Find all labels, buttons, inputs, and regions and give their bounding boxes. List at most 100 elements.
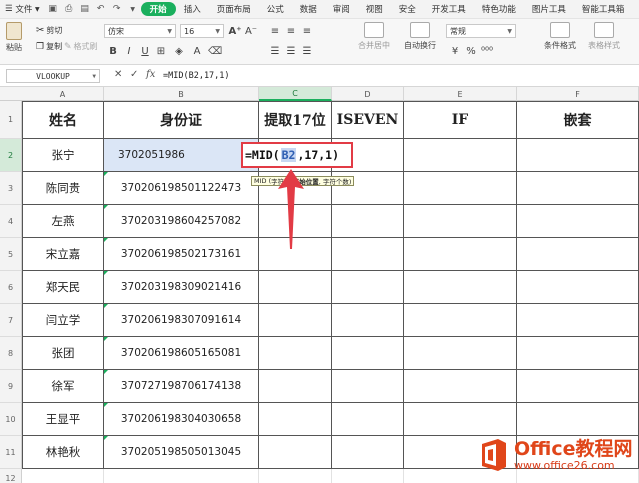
name-cell[interactable]: 闫立学 [22,304,104,337]
decrease-font-icon[interactable]: A⁻ [244,24,258,38]
name-cell[interactable]: 徐军 [22,370,104,403]
id-cell[interactable]: 370203198309021416 [104,271,259,304]
empty-cell[interactable] [517,337,639,370]
empty-cell[interactable] [22,469,104,483]
font-size-select[interactable]: 16 ▼ [180,24,224,38]
empty-cell[interactable] [332,469,404,483]
header-cell-e[interactable]: IF [404,101,517,139]
redo-icon[interactable]: ↷ [111,4,123,15]
name-cell[interactable]: 左燕 [22,205,104,238]
merge-center-button[interactable]: 合并居中 [358,22,390,51]
header-cell-a[interactable]: 姓名 [22,101,104,139]
row-header-4[interactable]: 4 [0,205,22,238]
empty-cell[interactable] [404,238,517,271]
row-header-6[interactable]: 6 [0,271,22,304]
tab-picture-tools[interactable]: 图片工具 [524,0,574,19]
font-name-select[interactable]: 仿宋 ▼ [104,24,176,38]
row-header-2[interactable]: 2 [0,139,22,172]
increase-font-icon[interactable]: A⁺ [228,24,242,38]
row-header-8[interactable]: 8 [0,337,22,370]
header-cell-b[interactable]: 身份证 [104,101,259,139]
id-cell[interactable]: 3702051986 [104,139,259,172]
empty-cell[interactable] [404,172,517,205]
empty-cell[interactable] [332,271,404,304]
row-header-10[interactable]: 10 [0,403,22,436]
align-center-icon[interactable]: ☰ [284,44,298,58]
column-header-c[interactable]: C [259,87,332,101]
cell-edit-box[interactable]: =MID(B2,17,1) [241,142,353,168]
paste-button[interactable]: 粘贴 [6,22,22,53]
font-color-icon[interactable]: A [190,44,204,58]
empty-cell[interactable] [259,436,332,469]
id-cell[interactable]: 370206198307091614 [104,304,259,337]
empty-cell[interactable] [332,205,404,238]
underline-icon[interactable]: U [138,44,152,58]
table-style-button[interactable]: 表格样式 [588,22,620,51]
percent-icon[interactable]: % [464,44,478,58]
tab-view[interactable]: 视图 [358,0,391,19]
hamburger-menu-button[interactable]: ☰ 文件 ▼ [0,0,45,19]
undo-icon[interactable]: ↶ [95,4,107,15]
name-cell[interactable]: 林艳秋 [22,436,104,469]
empty-cell[interactable] [404,139,517,172]
align-left-icon[interactable]: ☰ [268,44,282,58]
eraser-icon[interactable]: ⌫ [208,44,222,58]
row-header-12[interactable]: 12 [0,469,22,483]
empty-cell[interactable] [259,370,332,403]
empty-cell[interactable] [259,271,332,304]
tab-smart-toolbox[interactable]: 智能工具箱 [574,0,633,19]
empty-cell[interactable] [332,436,404,469]
empty-cell[interactable] [332,238,404,271]
save-icon[interactable]: ▣ [47,4,59,15]
empty-cell[interactable] [332,370,404,403]
comma-icon[interactable]: ⁰⁰⁰ [480,44,494,58]
align-top-icon[interactable]: ≡ [268,24,282,38]
insert-function-icon[interactable]: fx [146,69,155,80]
row-header-11[interactable]: 11 [0,436,22,469]
empty-cell[interactable] [517,370,639,403]
empty-cell[interactable] [104,469,259,483]
empty-cell[interactable] [404,403,517,436]
empty-cell[interactable] [332,403,404,436]
tab-insert[interactable]: 插入 [176,0,209,19]
empty-cell[interactable] [259,337,332,370]
header-cell-d[interactable]: ISEVEN [332,101,404,139]
name-cell[interactable]: 张团 [22,337,104,370]
empty-cell[interactable] [517,304,639,337]
empty-cell[interactable] [517,238,639,271]
tab-special-features[interactable]: 特色功能 [474,0,524,19]
tab-review[interactable]: 审阅 [325,0,358,19]
border-icon[interactable]: ⊞ [154,44,168,58]
cancel-icon[interactable]: ✕ [114,69,122,80]
column-header-b[interactable]: B [104,87,259,101]
name-cell[interactable]: 郑天民 [22,271,104,304]
row-header-7[interactable]: 7 [0,304,22,337]
column-header-d[interactable]: D [332,87,404,101]
id-cell[interactable]: 370727198706174138 [104,370,259,403]
id-cell[interactable]: 370206198502173161 [104,238,259,271]
empty-cell[interactable] [332,304,404,337]
row-header-5[interactable]: 5 [0,238,22,271]
empty-cell[interactable] [259,469,332,483]
currency-icon[interactable]: ¥ [448,44,462,58]
id-cell[interactable]: 370206198605165081 [104,337,259,370]
empty-cell[interactable] [332,337,404,370]
empty-cell[interactable] [404,337,517,370]
align-right-icon[interactable]: ☰ [300,44,314,58]
conditional-format-button[interactable]: 条件格式 [544,22,576,51]
empty-cell[interactable] [259,304,332,337]
id-cell[interactable]: 370206198501122473 [104,172,259,205]
tab-data[interactable]: 数据 [292,0,325,19]
tab-home[interactable]: 开始 [140,2,176,16]
wrap-text-button[interactable]: 自动换行 [404,22,436,51]
column-header-f[interactable]: F [517,87,639,101]
tab-security[interactable]: 安全 [391,0,424,19]
confirm-icon[interactable]: ✓ [130,69,138,80]
print-preview-icon[interactable]: ▤ [79,4,91,15]
empty-cell[interactable] [404,304,517,337]
empty-cell[interactable] [517,139,639,172]
empty-cell[interactable] [404,205,517,238]
number-format-select[interactable]: 常规 ▼ [446,24,516,38]
column-header-e[interactable]: E [404,87,517,101]
align-bottom-icon[interactable]: ≡ [300,24,314,38]
